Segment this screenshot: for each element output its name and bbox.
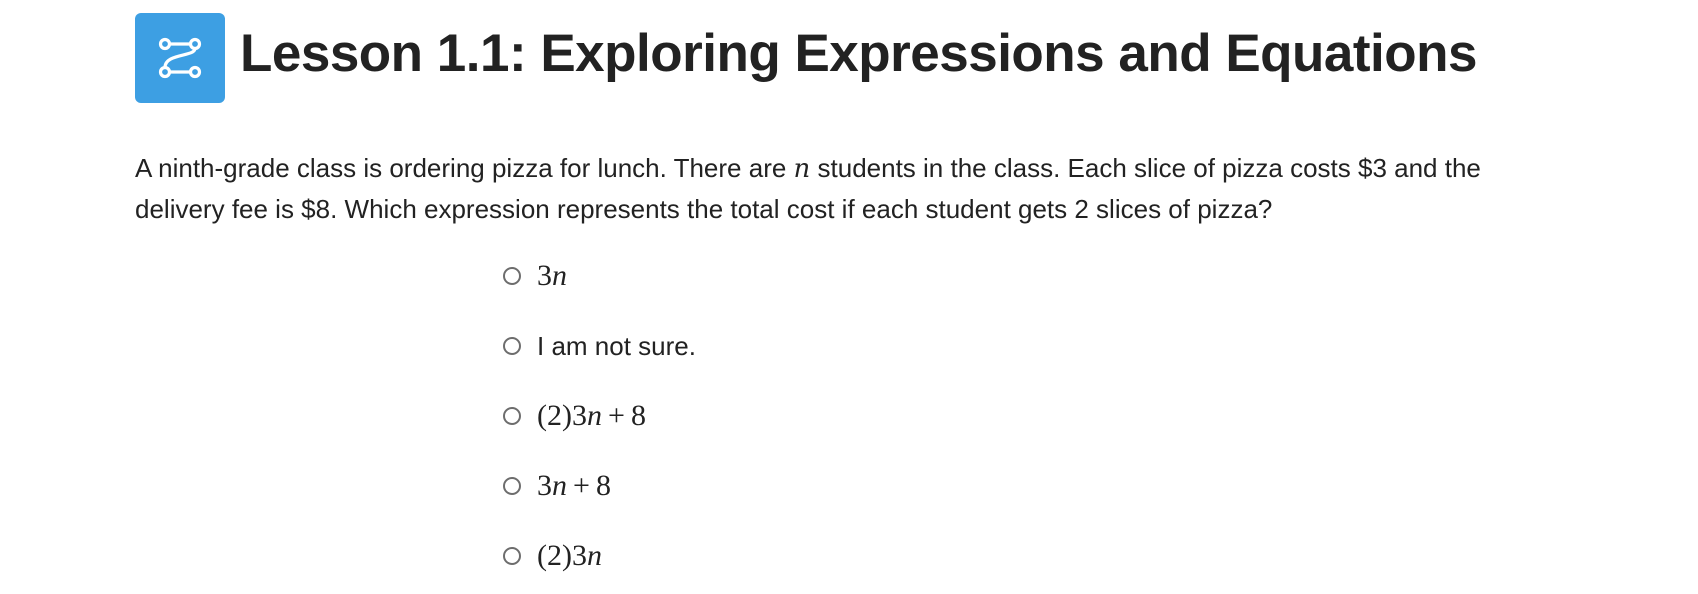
question-text: A ninth-grade class is ordering pizza fo… <box>135 148 1575 229</box>
radio-button[interactable] <box>503 547 521 565</box>
option-label[interactable]: 3n + 8 <box>537 469 611 503</box>
option-label[interactable]: I am not sure. <box>537 331 696 362</box>
option-label[interactable]: (2)3n <box>537 539 602 573</box>
page-title: Lesson 1.1: Exploring Expressions and Eq… <box>240 23 1478 83</box>
answer-option[interactable]: 3n + 8 <box>500 466 696 506</box>
question-text-part1: A ninth-grade class is ordering pizza fo… <box>135 153 794 183</box>
answer-options: 3n I am not sure. (2)3n + 8 3n + 8 (2)3n <box>500 256 696 594</box>
radio-button[interactable] <box>503 477 521 495</box>
answer-option[interactable]: (2)3n <box>500 536 696 576</box>
radio-button[interactable] <box>503 337 521 355</box>
path-nodes-icon <box>135 13 225 103</box>
radio-button[interactable] <box>503 267 521 285</box>
lesson-header: Lesson 1.1: Exploring Expressions and Eq… <box>135 13 1478 103</box>
radio-button[interactable] <box>503 407 521 425</box>
option-label[interactable]: 3n <box>537 259 567 293</box>
option-label[interactable]: (2)3n + 8 <box>537 399 646 433</box>
answer-option[interactable]: (2)3n + 8 <box>500 396 696 436</box>
answer-option[interactable]: I am not sure. <box>500 326 696 366</box>
answer-option[interactable]: 3n <box>500 256 696 296</box>
question-variable: n <box>793 154 811 184</box>
